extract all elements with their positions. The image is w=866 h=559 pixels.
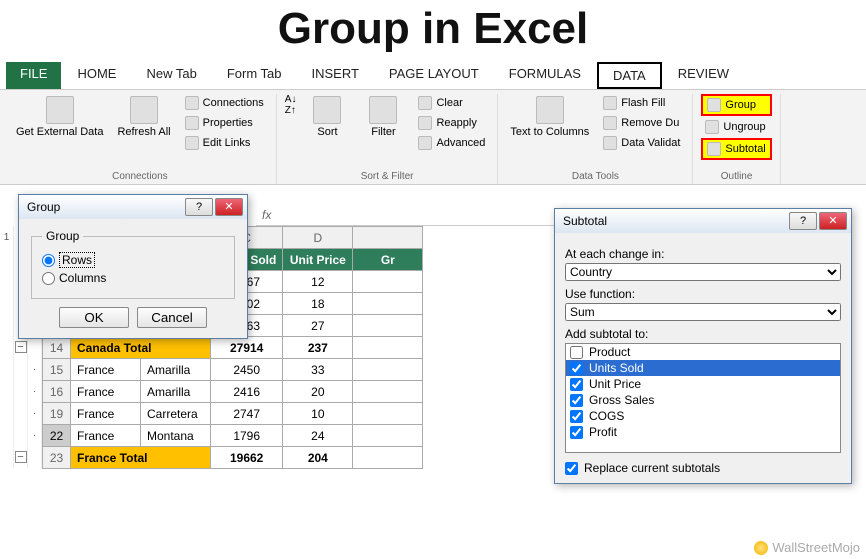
sort-filter-group-label: Sort & Filter — [285, 169, 490, 184]
filter-button[interactable]: Filter — [358, 94, 408, 140]
edit-links-button[interactable]: Edit Links — [181, 134, 268, 152]
ungroup-button[interactable]: Ungroup — [701, 118, 771, 136]
add-subtotal-label: Add subtotal to: — [565, 327, 841, 341]
subtotal-field-unit-price[interactable]: Unit Price — [566, 376, 840, 392]
formula-bar[interactable]: fx — [256, 204, 556, 226]
page-title: Group in Excel — [0, 0, 866, 62]
use-function-label: Use function: — [565, 287, 841, 301]
tab-page-layout[interactable]: PAGE LAYOUT — [375, 62, 493, 89]
reapply-button[interactable]: Reapply — [414, 114, 489, 132]
text-to-columns-icon — [536, 96, 564, 124]
outline-group-label: Outline — [701, 169, 771, 184]
tab-review[interactable]: REVIEW — [664, 62, 743, 89]
ok-button[interactable]: OK — [59, 307, 129, 328]
at-each-change-label: At each change in: — [565, 247, 841, 261]
data-validat-button[interactable]: Data Validat — [599, 134, 684, 152]
add-subtotal-list[interactable]: ProductUnits SoldUnit PriceGross SalesCO… — [565, 343, 841, 453]
ribbon-tabs: FILEHOMENew TabForm TabINSERTPAGE LAYOUT… — [0, 62, 866, 89]
collapse-button[interactable]: − — [15, 341, 27, 353]
data-tools-group-label: Data Tools — [506, 169, 684, 184]
connections-group-label: Connections — [12, 169, 268, 184]
advanced-button[interactable]: Advanced — [414, 134, 489, 152]
cancel-button[interactable]: Cancel — [137, 307, 207, 328]
group-dialog: Group ? ✕ Group Rows Columns OK Cancel — [18, 194, 248, 339]
subtotal-field-profit[interactable]: Profit — [566, 424, 840, 440]
fx-icon: fx — [262, 208, 271, 222]
help-button[interactable]: ? — [789, 212, 817, 230]
subtotal-dialog-title: Subtotal — [563, 214, 607, 228]
columns-radio[interactable]: Columns — [42, 271, 224, 285]
tab-home[interactable]: HOME — [63, 62, 130, 89]
close-button[interactable]: ✕ — [819, 212, 847, 230]
subtotal-field-gross-sales[interactable]: Gross Sales — [566, 392, 840, 408]
tab-file[interactable]: FILE — [6, 62, 61, 89]
connections-button[interactable]: Connections — [181, 94, 268, 112]
group-legend: Group — [42, 229, 83, 243]
refresh-icon — [130, 96, 158, 124]
group-button[interactable]: Group — [701, 94, 771, 116]
filter-icon — [369, 96, 397, 124]
subtotal-dialog: Subtotal ? ✕ At each change in: Country … — [554, 208, 852, 484]
close-button[interactable]: ✕ — [215, 198, 243, 216]
at-each-change-select[interactable]: Country — [565, 263, 841, 281]
help-button[interactable]: ? — [185, 198, 213, 216]
flash-fill-button[interactable]: Flash Fill — [599, 94, 684, 112]
collapse-button[interactable]: − — [15, 451, 27, 463]
use-function-select[interactable]: Sum — [565, 303, 841, 321]
tab-form-tab[interactable]: Form Tab — [213, 62, 296, 89]
get-external-data-button[interactable]: Get External Data — [12, 94, 107, 140]
subtotal-field-cogs[interactable]: COGS — [566, 408, 840, 424]
tab-formulas[interactable]: FORMULAS — [495, 62, 595, 89]
clear-button[interactable]: Clear — [414, 94, 489, 112]
subtotal-field-units-sold[interactable]: Units Sold — [566, 360, 840, 376]
tab-data[interactable]: DATA — [597, 62, 662, 89]
properties-button[interactable]: Properties — [181, 114, 268, 132]
group-dialog-title: Group — [27, 200, 60, 214]
subtotal-field-product[interactable]: Product — [566, 344, 840, 360]
replace-subtotals-check[interactable]: Replace current subtotals — [565, 461, 841, 475]
rows-radio[interactable]: Rows — [42, 252, 224, 268]
ribbon: Get External Data Refresh All Connection… — [0, 89, 866, 185]
tab-insert[interactable]: INSERT — [297, 62, 372, 89]
refresh-all-button[interactable]: Refresh All — [113, 94, 174, 140]
remove-du-button[interactable]: Remove Du — [599, 114, 684, 132]
watermark: WallStreetMojo — [754, 540, 860, 555]
subtotal-button[interactable]: Subtotal — [701, 138, 771, 160]
sort-button[interactable]: Sort — [302, 94, 352, 140]
bulb-icon — [754, 541, 768, 555]
text-to-columns-button[interactable]: Text to Columns — [506, 94, 593, 140]
tab-new-tab[interactable]: New Tab — [132, 62, 210, 89]
sort-icon — [313, 96, 341, 124]
database-icon — [46, 96, 74, 124]
